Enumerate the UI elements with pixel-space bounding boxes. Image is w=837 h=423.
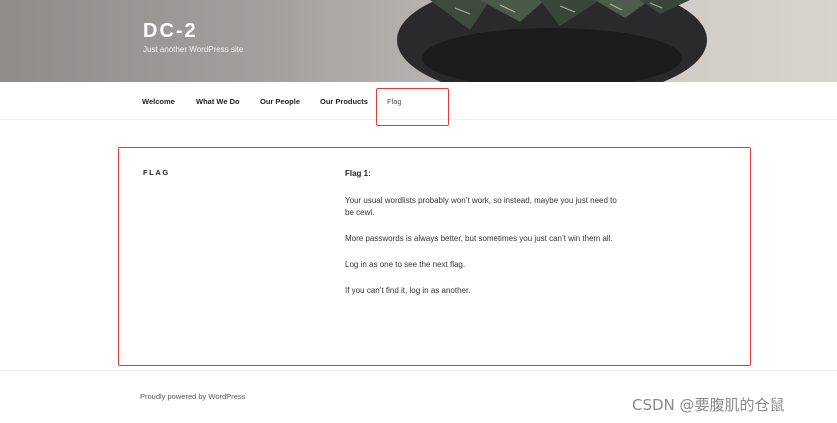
watermark: CSDN @要腹肌的仓鼠 [632,396,785,414]
footer-divider [0,370,837,371]
paragraph-1: Your usual wordlists probably won’t work… [345,195,617,218]
nav-item-welcome[interactable]: Welcome [142,97,175,106]
paragraph-3: Log in as one to see the next flag. [345,260,466,269]
site-header: DC-2 Just another WordPress site [0,0,837,82]
site-tagline: Just another WordPress site [143,45,244,54]
header-image [397,0,707,82]
paragraph-4: If you can’t find it, log in as another. [345,286,471,295]
flag-heading: Flag 1: [345,169,371,178]
site-title[interactable]: DC-2 [143,20,198,43]
footer-credit-link[interactable]: Proudly powered by WordPress [140,392,245,401]
nav-item-our-products[interactable]: Our Products [320,97,368,106]
paragraph-2: More passwords is always better, but som… [345,234,613,243]
page-title: FLAG [143,168,170,177]
entry-content: Flag 1: Your usual wordlists probably wo… [345,168,620,311]
flag-nav-highlight-box [376,88,449,126]
nav-item-our-people[interactable]: Our People [260,97,300,106]
page: DC-2 Just another WordPress site Welcome… [0,0,837,423]
nav-item-what-we-do[interactable]: What We Do [196,97,240,106]
